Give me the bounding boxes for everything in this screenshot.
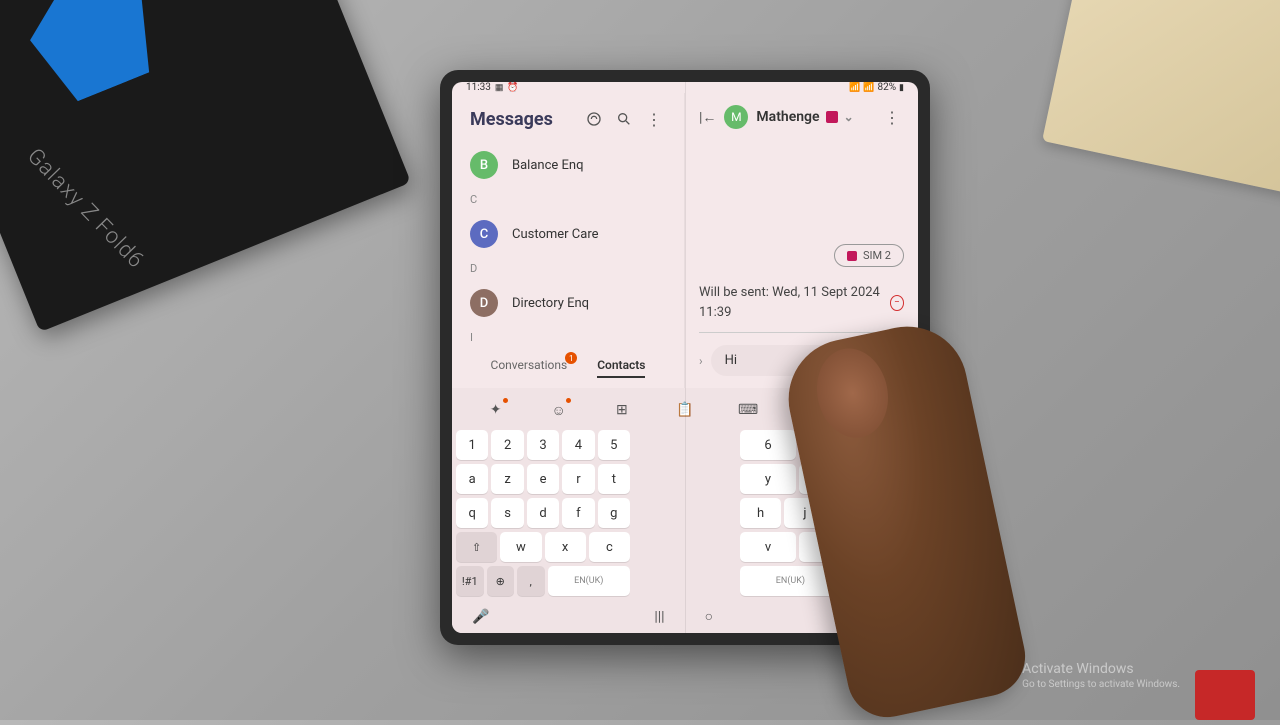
tab-contacts[interactable]: Contacts [597, 358, 645, 378]
tab-conversations[interactable]: Conversations 1 [491, 358, 568, 378]
status-time: 11:33 [466, 82, 491, 93]
background-box: Galaxy Z Fold6 [0, 0, 411, 332]
key-symbols[interactable]: !#1 [456, 566, 484, 596]
background-red [1195, 670, 1255, 720]
key-1[interactable]: 1 [456, 430, 488, 460]
key-h[interactable]: h [740, 498, 781, 528]
chat-avatar[interactable]: M [724, 105, 748, 129]
section-i: I [452, 327, 684, 348]
key-d[interactable]: d [527, 498, 559, 528]
messages-title: Messages [470, 109, 576, 130]
nav-bar: ||| ○ [654, 608, 713, 625]
key-f[interactable]: f [562, 498, 594, 528]
more-icon[interactable]: ⋮ [642, 107, 666, 131]
tab-label: Conversations [491, 358, 568, 372]
key-3[interactable]: 3 [527, 430, 559, 460]
contact-name: Directory Enq [512, 296, 589, 311]
key-language[interactable]: ⊕ [487, 566, 515, 596]
kb-voice-icon[interactable]: ⌨ [736, 398, 760, 422]
contact-directory-enq[interactable]: D Directory Enq [452, 279, 684, 327]
scheduled-text: Will be sent: Wed, 11 Sept 2024 11:39 [699, 283, 890, 322]
search-icon[interactable] [612, 107, 636, 131]
key-space-left[interactable]: EN(UK) [548, 566, 631, 596]
status-signal-icon: 📶 [863, 83, 874, 93]
key-w[interactable]: w [500, 532, 541, 562]
finger-overlay [777, 315, 1032, 724]
key-a[interactable]: a [456, 464, 488, 494]
key-6[interactable]: 6 [740, 430, 796, 460]
unread-badge: 1 [565, 352, 577, 364]
sim-icon [847, 251, 857, 261]
watermark-title: Activate Windows [1022, 661, 1180, 677]
nav-home[interactable]: ○ [705, 608, 713, 625]
tabs: Conversations 1 Contacts [452, 348, 684, 388]
windows-watermark: Activate Windows Go to Settings to activ… [1022, 661, 1180, 690]
key-shift[interactable]: ⇧ [456, 532, 497, 562]
box-label: Galaxy Z Fold6 [22, 144, 149, 274]
compose-icon[interactable] [582, 107, 606, 131]
sim-indicator-icon [826, 111, 838, 123]
contact-balance-enq[interactable]: B Balance Enq [452, 141, 684, 189]
status-notif-icon: ▦ [495, 83, 504, 93]
key-x[interactable]: x [545, 532, 586, 562]
key-s[interactable]: s [491, 498, 523, 528]
cancel-scheduled-icon[interactable]: − [890, 295, 904, 311]
key-z[interactable]: z [491, 464, 523, 494]
status-wifi-icon: 📶 [849, 83, 860, 93]
status-battery: 82% [877, 82, 896, 93]
avatar: B [470, 151, 498, 179]
key-e[interactable]: e [527, 464, 559, 494]
avatar: C [470, 220, 498, 248]
status-alarm-icon: ⏰ [507, 83, 518, 93]
box-badge [13, 0, 169, 109]
watermark-sub: Go to Settings to activate Windows. [1022, 679, 1180, 690]
fold-crease [685, 82, 686, 633]
key-4[interactable]: 4 [562, 430, 594, 460]
kb-sticker-icon[interactable]: ⊞ [610, 398, 634, 422]
chat-name-text: Mathenge [756, 109, 819, 125]
key-y[interactable]: y [740, 464, 796, 494]
status-battery-icon: ▮ [899, 83, 904, 93]
section-d: D [452, 258, 684, 279]
contact-list[interactable]: B Balance Enq C C Customer Care D D Dire… [452, 141, 684, 348]
avatar: D [470, 289, 498, 317]
contact-customer-care[interactable]: C Customer Care [452, 210, 684, 258]
background-wood [1042, 0, 1280, 195]
key-t[interactable]: t [598, 464, 630, 494]
chat-more-icon[interactable]: ⋮ [880, 105, 904, 129]
back-icon[interactable]: |← [699, 109, 716, 126]
sim-selector[interactable]: SIM 2 [834, 244, 904, 267]
chat-contact-name[interactable]: Mathenge ⌄ [756, 109, 866, 125]
sim-label: SIM 2 [863, 249, 891, 262]
keyboard-left-half: 1 2 3 4 5 a z e r t q s [456, 430, 630, 600]
messages-panel: Messages ⋮ B Balance Enq C [452, 93, 685, 388]
nav-recents[interactable]: ||| [654, 609, 664, 625]
key-c[interactable]: c [589, 532, 630, 562]
chevron-down-icon: ⌄ [844, 110, 854, 124]
key-q[interactable]: q [456, 498, 488, 528]
key-v[interactable]: v [740, 532, 796, 562]
chat-header: |← M Mathenge ⌄ ⋮ [685, 93, 918, 141]
kb-ai-icon[interactable]: ✦ [484, 398, 508, 422]
section-c: C [452, 189, 684, 210]
key-g[interactable]: g [598, 498, 630, 528]
contact-name: Balance Enq [512, 158, 583, 173]
key-comma[interactable]: , [517, 566, 545, 596]
scheduled-message: Will be sent: Wed, 11 Sept 2024 11:39 − [699, 283, 904, 333]
mic-icon[interactable]: 🎤 [472, 609, 489, 625]
contact-name: Customer Care [512, 227, 599, 242]
kb-emoji-icon[interactable]: ☺ [547, 398, 571, 422]
key-5[interactable]: 5 [598, 430, 630, 460]
expand-compose-icon[interactable]: › [699, 354, 703, 368]
key-2[interactable]: 2 [491, 430, 523, 460]
key-r[interactable]: r [562, 464, 594, 494]
messages-header: Messages ⋮ [452, 93, 684, 141]
